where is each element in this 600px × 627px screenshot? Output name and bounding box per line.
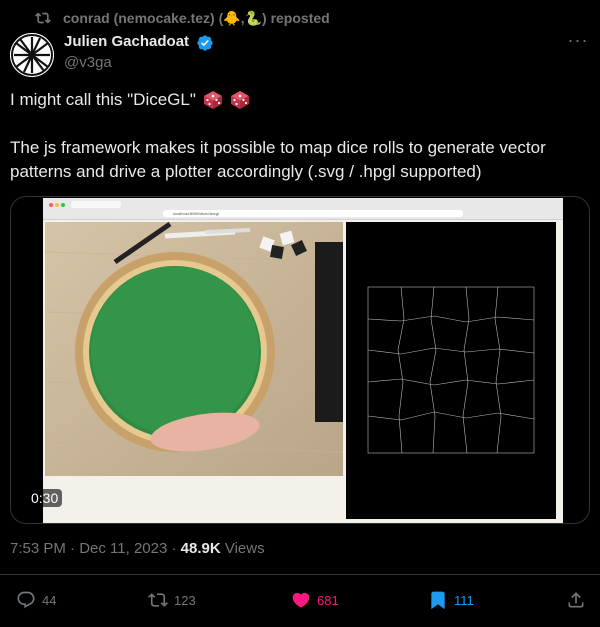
repost-icon	[35, 12, 51, 24]
tweet-meta: 7:53 PM · Dec 11, 2023 · 48.9K Views	[10, 540, 265, 557]
avatar-logo-icon	[10, 33, 54, 77]
video-photo-dice-tray	[45, 222, 343, 476]
browser-toolbar: localhost:8080/dice/dicegl	[43, 198, 563, 220]
reply-count: 44	[42, 592, 57, 608]
more-options-button[interactable]: ···	[567, 30, 589, 50]
verified-badge-icon	[197, 35, 213, 51]
like-count: 681	[317, 592, 339, 608]
repost-count: 123	[174, 592, 196, 608]
bookmark-icon	[431, 591, 445, 610]
tweet-line-1: I might call this "DiceGL"	[10, 90, 196, 109]
bookmark-button[interactable]: 111	[428, 590, 474, 610]
dice-emoji-icon	[230, 91, 249, 109]
divider	[0, 574, 600, 575]
heart-icon	[292, 592, 310, 608]
bookmark-count: 111	[454, 592, 474, 608]
plotter-canvas-preview	[346, 222, 556, 519]
author-handle[interactable]: @v3ga	[64, 54, 112, 71]
dice-emoji-icon	[203, 91, 222, 109]
like-button[interactable]: 681	[291, 590, 339, 610]
author-name[interactable]: Julien Gachadoat	[64, 33, 189, 50]
repost-button[interactable]: 123	[148, 590, 196, 610]
url-text: localhost:8080/dice/dicegl	[173, 211, 219, 216]
video-timecode: 0:30	[27, 489, 63, 507]
tweet-line-2: The js framework makes it possible to ma…	[10, 138, 546, 181]
repost-icon	[148, 593, 168, 607]
video-frame-browser: localhost:8080/dice/dicegl	[43, 198, 563, 523]
repost-label[interactable]: conrad (nemocake.tez) (🐥,🐍) reposted	[63, 10, 330, 27]
views-count: 48.9K	[180, 540, 221, 557]
share-icon	[568, 592, 584, 608]
views-label: Views	[220, 540, 265, 557]
reply-icon	[17, 591, 35, 609]
video-player[interactable]: localhost:8080/dice/dicegl 0:30	[10, 196, 590, 524]
share-button[interactable]	[566, 590, 592, 610]
avatar[interactable]	[10, 33, 54, 77]
tweet-text: I might call this "DiceGL" The js framew…	[10, 88, 595, 184]
reply-button[interactable]: 44	[16, 590, 56, 610]
tweet-timestamp[interactable]: 7:53 PM · Dec 11, 2023 ·	[10, 540, 181, 557]
